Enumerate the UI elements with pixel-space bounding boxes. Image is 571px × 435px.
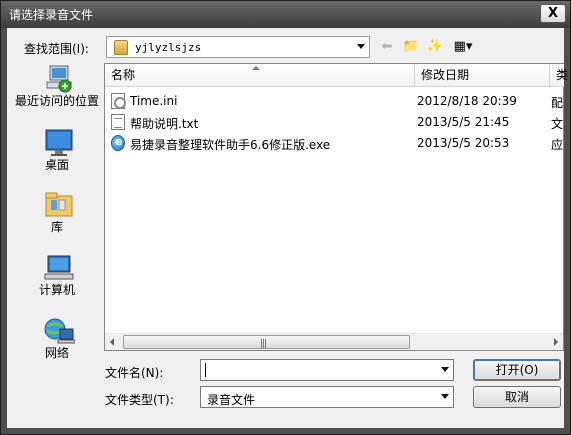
place-label: 库 (50, 220, 63, 234)
file-name: 易捷录音整理软件助手6.6修正版.exe (130, 138, 331, 152)
up-folder-icon[interactable]: 📁 (401, 38, 421, 56)
new-folder-icon[interactable]: ✨ (425, 38, 445, 56)
text-file-icon (111, 114, 125, 130)
filename-label: 文件名(N): (105, 366, 164, 380)
table-row[interactable]: 易捷录音整理软件助手6.6修正版.exe 2013/5/5 20:53 应 (105, 133, 565, 153)
ini-file-icon (111, 93, 126, 109)
file-date: 2012/8/18 20:39 (417, 94, 517, 108)
lookin-label: 查找范围(I): (24, 42, 89, 56)
lookin-combo[interactable]: yjlyzlsjzs (106, 36, 370, 58)
open-button[interactable]: 打开(O) (473, 359, 561, 381)
place-recent[interactable]: 最近访问的位置 (12, 62, 102, 124)
scrollbar-thumb[interactable]: ||| (123, 335, 410, 349)
filetype-label: 文件类型(T): (105, 393, 174, 407)
file-name: 帮助说明.txt (130, 117, 199, 131)
open-file-dialog: 请选择录音文件 X 查找范围(I): yjlyzlsjzs ⬅ 📁 ✨ ▦▾ 最… (0, 0, 571, 435)
computer-icon (44, 255, 74, 280)
recent-places-icon (46, 65, 72, 93)
place-desktop[interactable]: 桌面 (12, 126, 102, 188)
filetype-select[interactable]: 录音文件 (200, 386, 454, 408)
back-arrow-icon[interactable]: ⬅ (379, 38, 395, 56)
file-date: 2013/5/5 20:53 (417, 136, 510, 150)
cancel-button[interactable]: 取消 (473, 386, 561, 408)
sort-ascending-icon (252, 66, 260, 70)
window-title: 请选择录音文件 (9, 8, 94, 22)
file-type: 配 (551, 96, 564, 110)
libraries-icon (45, 192, 73, 217)
scroll-right-icon[interactable] (554, 338, 558, 346)
places-bar: 最近访问的位置 桌面 库 计算机 网络 (12, 60, 102, 420)
place-label: 网络 (44, 346, 69, 360)
chevron-down-icon[interactable] (441, 394, 449, 399)
column-header-name[interactable]: 名称 (105, 64, 415, 87)
chevron-down-icon[interactable] (357, 44, 365, 49)
dialog-body: 查找范围(I): yjlyzlsjzs ⬅ 📁 ✨ ▦▾ 最近访问的位置 桌面 … (7, 28, 568, 428)
network-icon (44, 318, 75, 344)
filename-input[interactable] (200, 359, 454, 381)
lookin-value: yjlyzlsjzs (135, 41, 202, 54)
close-button[interactable]: X (540, 4, 566, 23)
place-libraries[interactable]: 库 (12, 188, 102, 250)
place-network[interactable]: 网络 (12, 314, 102, 376)
place-computer[interactable]: 计算机 (12, 251, 102, 313)
file-type: 应 (551, 138, 564, 152)
place-label: 最近访问的位置 (14, 94, 99, 108)
file-type: 文 (551, 117, 564, 131)
view-menu-icon[interactable]: ▦▾ (449, 38, 477, 56)
title-bar[interactable]: 请选择录音文件 X (1, 1, 570, 28)
place-label: 桌面 (44, 158, 69, 172)
filetype-value: 录音文件 (207, 393, 256, 407)
grip-icon: ||| (260, 339, 267, 349)
column-header-date[interactable]: 修改日期 (415, 64, 550, 87)
file-name: Time.ini (130, 94, 178, 108)
file-list[interactable]: 名称 修改日期 类 Time.ini 2012/8/18 20:39 配 帮助说… (104, 63, 568, 351)
folder-icon (114, 40, 128, 55)
text-caret (205, 363, 206, 377)
exe-file-icon (111, 135, 125, 151)
table-row[interactable]: 帮助说明.txt 2013/5/5 21:45 文 (105, 112, 565, 132)
scroll-left-icon[interactable] (110, 338, 114, 346)
horizontal-scrollbar[interactable]: ||| (105, 333, 563, 350)
table-row[interactable]: Time.ini 2012/8/18 20:39 配 (105, 91, 565, 111)
place-label: 计算机 (38, 283, 75, 297)
desktop-icon (45, 129, 73, 156)
file-date: 2013/5/5 21:45 (417, 115, 510, 129)
column-header-type[interactable]: 类 (550, 64, 568, 87)
chevron-down-icon[interactable] (441, 367, 449, 372)
